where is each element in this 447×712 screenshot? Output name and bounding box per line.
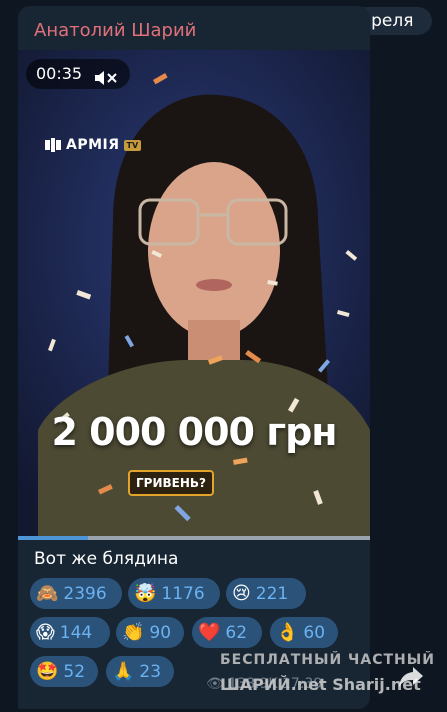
reaction-pray[interactable]: 🙏 23: [106, 656, 174, 687]
video-caption-question: ГРИВЕНЬ?: [128, 470, 214, 496]
reaction-count: 1176: [161, 583, 205, 604]
reaction-star-struck[interactable]: 🤩 52: [30, 656, 98, 687]
reaction-crying[interactable]: 😢 221: [226, 578, 306, 609]
reaction-count: 23: [139, 661, 162, 682]
logo-text: АРМІЯ: [66, 137, 120, 153]
video-caption-amount: 2 000 000 грн: [51, 410, 337, 454]
reaction-count: 62: [225, 622, 248, 643]
logo-badge: TV: [123, 139, 142, 151]
share-icon[interactable]: [397, 662, 425, 690]
video-progress-fill: [18, 536, 89, 540]
video-frame: [18, 50, 370, 536]
see-no-evil-monkey-icon: 🙈: [36, 582, 59, 604]
exploding-head-icon: 🤯: [134, 582, 157, 604]
reaction-see-no-evil[interactable]: 🙈 2396: [30, 578, 122, 609]
reaction-count: 60: [303, 622, 326, 643]
video-player[interactable]: 00:35 АРМІЯ TV 2 000 000 грн ГРИВЕНЬ?: [18, 50, 370, 536]
reaction-count: 90: [149, 622, 172, 643]
reaction-scream[interactable]: 😱 144: [30, 617, 110, 648]
reaction-count: 2396: [63, 583, 107, 604]
video-progress-bar[interactable]: [18, 536, 370, 540]
reaction-count: 52: [63, 661, 86, 682]
star-struck-icon: 🤩: [36, 660, 59, 682]
sender-name[interactable]: Анатолий Шарий: [34, 20, 196, 41]
reaction-count: 221: [255, 583, 289, 604]
logo-icon: [45, 138, 61, 152]
reaction-count: 144: [59, 622, 93, 643]
video-time: 00:35: [36, 64, 83, 83]
crying-face-icon: 😢: [232, 582, 251, 604]
message-text: Вот же блядина: [34, 549, 179, 569]
clapping-hands-icon: 👏: [122, 621, 145, 643]
mute-icon[interactable]: [94, 66, 118, 96]
watermark-line2: ШАРИЙ.net Sharij.net: [220, 675, 421, 694]
ok-hand-icon: 👌: [276, 621, 299, 643]
reaction-ok-hand[interactable]: 👌 60: [270, 617, 338, 648]
reaction-exploding-head[interactable]: 🤯 1176: [128, 578, 220, 609]
red-heart-icon: ❤️: [198, 621, 221, 643]
folded-hands-icon: 🙏: [112, 660, 135, 682]
armiya-tv-logo: АРМІЯ TV: [44, 134, 142, 156]
reaction-heart[interactable]: ❤️ 62: [192, 617, 262, 648]
reaction-clap[interactable]: 👏 90: [116, 617, 184, 648]
screaming-face-icon: 😱: [36, 621, 55, 643]
video-timer: 00:35: [26, 59, 130, 89]
